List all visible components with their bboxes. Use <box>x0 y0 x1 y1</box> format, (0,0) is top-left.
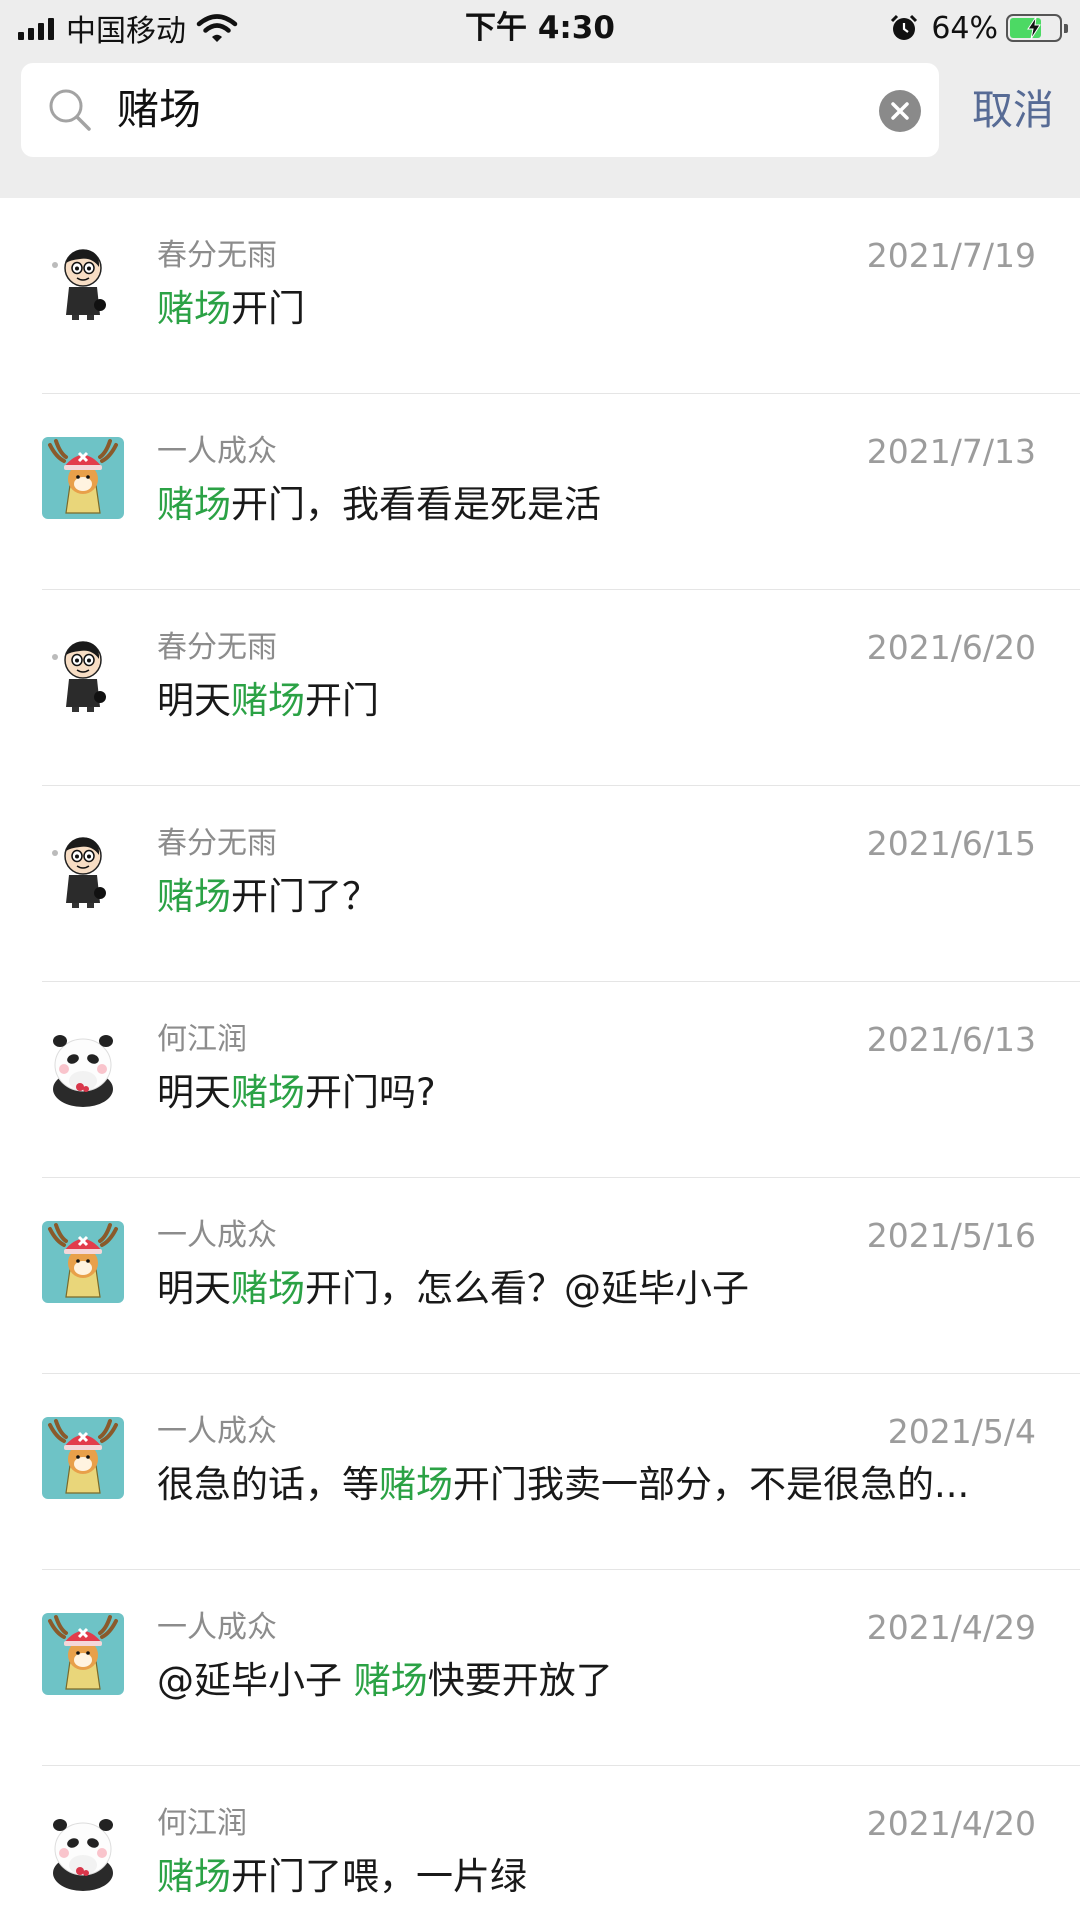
sender-name: 一人成众 <box>157 1218 277 1253</box>
search-icon <box>49 89 91 131</box>
search-result-row[interactable]: 何江润 2021/6/13 明天赌场开门吗? <box>0 982 1080 1178</box>
alarm-icon <box>891 14 918 40</box>
message-snippet: 赌场开门了？ <box>157 872 1037 922</box>
battery-percent: 64% <box>931 10 998 46</box>
message-snippet: 赌场开门了喂，一片绿 <box>157 1852 1037 1902</box>
message-date: 2021/4/20 <box>866 1804 1036 1843</box>
chopper-shiba-avatar[interactable] <box>42 1417 124 1499</box>
keyword-highlight: 赌场 <box>231 679 305 722</box>
cancel-button[interactable]: 取消 <box>972 63 1054 157</box>
message-snippet: 明天赌场开门，怎么看？@延毕小子 <box>157 1264 1037 1314</box>
search-input[interactable]: 赌场 <box>21 63 939 157</box>
message-text: 明天 <box>157 1267 231 1310</box>
message-text: 开门了？ <box>231 875 379 918</box>
search-result-row[interactable]: 一人成众 2021/7/13 赌场开门，我看看是死是活 <box>0 394 1080 590</box>
sender-name: 何江润 <box>157 1806 247 1841</box>
chopper-shiba-avatar-image <box>42 1417 124 1499</box>
keyword-highlight: 赌场 <box>353 1659 428 1702</box>
sender-name: 一人成众 <box>157 1414 277 1449</box>
message-snippet: @延毕小子 赌场快要开放了 <box>157 1656 1037 1706</box>
keyword-highlight: 赌场 <box>157 1855 231 1898</box>
shinchan-avatar[interactable] <box>42 241 124 323</box>
message-text: 开门，怎么看？@延毕小子 <box>305 1267 749 1310</box>
search-result-row[interactable]: 一人成众 2021/5/4 很急的话，等赌场开门我卖一部分，不是很急的... <box>0 1374 1080 1570</box>
shinchan-avatar[interactable] <box>42 633 124 715</box>
message-text: 快要开放了 <box>427 1659 613 1702</box>
message-date: 2021/5/4 <box>887 1412 1036 1451</box>
panda-avatar-image <box>42 1809 124 1891</box>
message-date: 2021/7/13 <box>866 432 1036 471</box>
search-result-row[interactable]: 春分无雨 2021/6/15 赌场开门了？ <box>0 786 1080 982</box>
chopper-shiba-avatar[interactable] <box>42 1613 124 1695</box>
sender-name: 一人成众 <box>157 1610 277 1645</box>
message-text: 开门 <box>305 679 379 722</box>
message-snippet: 很急的话，等赌场开门我卖一部分，不是很急的... <box>157 1460 1037 1510</box>
search-result-row[interactable]: 何江润 2021/4/20 赌场开门了喂，一片绿 <box>0 1766 1080 1920</box>
message-date: 2021/5/16 <box>866 1216 1036 1255</box>
keyword-highlight: 赌场 <box>379 1463 453 1506</box>
shinchan-avatar[interactable] <box>42 829 124 911</box>
chopper-shiba-avatar-image <box>42 437 124 519</box>
status-bar: 中国移动 下午 4:30 64% <box>0 0 1080 54</box>
shinchan-avatar-image <box>42 633 124 715</box>
sender-name: 春分无雨 <box>157 630 277 665</box>
chopper-shiba-avatar[interactable] <box>42 437 124 519</box>
message-text: 开门，我看看是死是活 <box>231 483 601 526</box>
keyword-highlight: 赌场 <box>157 483 231 526</box>
clear-search-icon[interactable] <box>879 90 921 132</box>
search-result-row[interactable]: 一人成众 2021/4/29 @延毕小子 赌场快要开放了 <box>0 1570 1080 1766</box>
shinchan-avatar-image <box>42 241 124 323</box>
message-date: 2021/6/20 <box>866 628 1036 667</box>
message-text: 开门了喂，一片绿 <box>231 1855 527 1898</box>
sender-name: 春分无雨 <box>157 238 277 273</box>
search-result-row[interactable]: 春分无雨 2021/7/19 赌场开门 <box>0 198 1080 394</box>
battery-icon <box>1006 14 1068 42</box>
search-query[interactable]: 赌场 <box>117 63 201 157</box>
message-snippet: 赌场开门 <box>157 284 1037 334</box>
shinchan-avatar-image <box>42 829 124 911</box>
message-snippet: 明天赌场开门吗? <box>157 1068 1037 1118</box>
message-snippet: 赌场开门，我看看是死是活 <box>157 480 1037 530</box>
chopper-shiba-avatar[interactable] <box>42 1221 124 1303</box>
panda-avatar[interactable] <box>42 1809 124 1891</box>
message-text: 开门 <box>231 287 305 330</box>
search-header: 中国移动 下午 4:30 64% 赌场 取消 <box>0 0 1080 198</box>
message-text: 开门吗? <box>305 1071 436 1114</box>
search-results-list: 春分无雨 2021/7/19 赌场开门 一人成众 2021/7/13 赌场开门，我看看是… <box>0 198 1080 1920</box>
panda-avatar-image <box>42 1025 124 1107</box>
search-result-row[interactable]: 春分无雨 2021/6/20 明天赌场开门 <box>0 590 1080 786</box>
message-date: 2021/7/19 <box>866 236 1036 275</box>
message-date: 2021/4/29 <box>866 1608 1036 1647</box>
sender-name: 一人成众 <box>157 434 277 469</box>
panda-avatar[interactable] <box>42 1025 124 1107</box>
message-text: @延毕小子 <box>157 1659 354 1702</box>
message-date: 2021/6/15 <box>866 824 1036 863</box>
keyword-highlight: 赌场 <box>231 1267 305 1310</box>
sender-name: 何江润 <box>157 1022 247 1057</box>
chopper-shiba-avatar-image <box>42 1221 124 1303</box>
message-text: 开门我卖一部分，不是很急的... <box>453 1463 970 1506</box>
message-snippet: 明天赌场开门 <box>157 676 1037 726</box>
message-date: 2021/6/13 <box>866 1020 1036 1059</box>
keyword-highlight: 赌场 <box>157 287 231 330</box>
message-text: 很急的话，等 <box>157 1463 379 1506</box>
keyword-highlight: 赌场 <box>231 1071 305 1114</box>
keyword-highlight: 赌场 <box>157 875 231 918</box>
search-result-row[interactable]: 一人成众 2021/5/16 明天赌场开门，怎么看？@延毕小子 <box>0 1178 1080 1374</box>
message-text: 明天 <box>157 679 231 722</box>
charging-bolt-icon <box>1027 17 1041 39</box>
message-text: 明天 <box>157 1071 231 1114</box>
chopper-shiba-avatar-image <box>42 1613 124 1695</box>
sender-name: 春分无雨 <box>157 826 277 861</box>
